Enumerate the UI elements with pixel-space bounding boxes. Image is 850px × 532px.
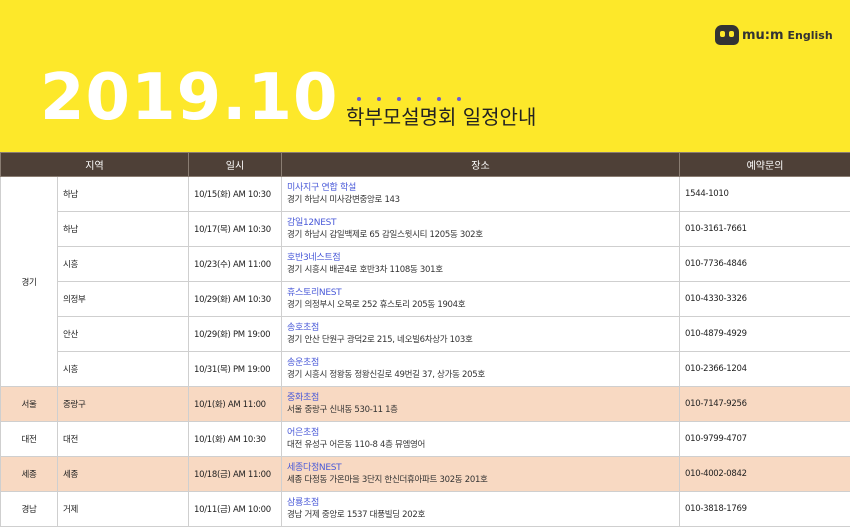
venue-cell: 삼룡초점 경남 거제 중앙로 1537 대풍빌딩 202호: [281, 491, 680, 527]
venue-cell: 휴스토리NEST 경기 의정부시 오목로 252 휴스토리 205동 1904호: [281, 281, 680, 317]
logo-text: mu:m English: [742, 27, 833, 43]
datetime-cell: 10/1(화) AM 10:30: [188, 421, 282, 457]
datetime-cell: 10/17(목) AM 10:30: [188, 211, 282, 247]
venue-name[interactable]: 중화초점: [287, 392, 674, 404]
table-row: 의정부 10/29(화) AM 10:30 휴스토리NEST 경기 의정부시 오목로 …: [1, 281, 850, 317]
phone-cell[interactable]: 010-4330-3326: [679, 281, 850, 317]
venue-cell: 송호초점 경기 안산 단원구 광덕2로 215, 네오빌6차상가 103호: [281, 316, 680, 352]
venue-name[interactable]: 어은초점: [287, 427, 674, 439]
datetime-cell: 10/31(목) PM 19:00: [188, 351, 282, 387]
venue-cell: 미사지구 연합 학설 경기 하남시 미사강변중앙로 143: [281, 176, 680, 212]
venue-address: 경기 의정부시 오목로 252 휴스토리 205동 1904호: [287, 300, 466, 310]
district-cell: 안산: [57, 316, 189, 352]
venue-name[interactable]: 삼룡초점: [287, 497, 674, 509]
table-row: 하남 10/17(목) AM 10:30 감일12NEST 경기 하남시 감일백제로 …: [1, 211, 850, 247]
district-cell: 중랑구: [57, 386, 189, 422]
venue-cell: 중화초점 서울 중랑구 신내동 530-11 1층: [281, 386, 680, 422]
column-header-venue: 장소: [281, 152, 680, 177]
venue-name[interactable]: 세종다정NEST: [287, 462, 674, 474]
schedule-table: 지역 일시 장소 예약문의 경기 하남 10/15(화) AM 10:30 미사지구 …: [0, 152, 850, 527]
region-cell: 세종: [0, 456, 58, 492]
phone-cell[interactable]: 010-9799-4707: [679, 421, 850, 457]
phone-cell[interactable]: 010-3161-7661: [679, 211, 850, 247]
region-cell: 서울: [0, 386, 58, 422]
table-row: 시흥 10/23(수) AM 11:00 호반3네스트점 경기 시흥시 배곧4로 호반…: [1, 246, 850, 282]
venue-cell: 세종다정NEST 세종 다정동 가온마을 3단지 한신더휴아파트 302동 201…: [281, 456, 680, 492]
event-month: 2019.10: [40, 61, 339, 135]
district-cell: 세종: [57, 456, 189, 492]
venue-address: 경기 하남시 감일백제로 65 감일스윗시티 1205동 302호: [287, 230, 483, 240]
venue-name[interactable]: 송호초점: [287, 322, 674, 334]
owl-logo-icon: [715, 25, 739, 45]
phone-cell[interactable]: 010-3818-1769: [679, 491, 850, 527]
column-header-datetime: 일시: [188, 152, 282, 177]
venue-cell: 감일12NEST 경기 하남시 감일백제로 65 감일스윗시티 1205동 302…: [281, 211, 680, 247]
venue-address: 경기 시흥시 정왕동 정왕신길로 49번길 37, 상가동 205호: [287, 370, 485, 380]
table-row: 세종 세종 10/18(금) AM 11:00 세종다정NEST 세종 다정동 가온마을…: [0, 456, 850, 492]
venue-address: 대전 유성구 어은동 110-8 4층 뮤엠영어: [287, 440, 426, 450]
header-banner: mu:m English 2019.10 학부모설명회 일정안내: [0, 0, 850, 152]
venue-name[interactable]: 휴스토리NEST: [287, 287, 674, 299]
table-row: 경기 하남 10/15(화) AM 10:30 미사지구 연합 학설 경기 하남시 미사…: [0, 176, 850, 387]
venue-address: 세종 다정동 가온마을 3단지 한신더휴아파트 302동 201호: [287, 475, 488, 485]
datetime-cell: 10/18(금) AM 11:00: [188, 456, 282, 492]
district-cell: 하남: [57, 211, 189, 247]
district-cell: 시흥: [57, 351, 189, 387]
table-row: 시흥 10/31(목) PM 19:00 송운초점 경기 시흥시 정왕동 정왕신길로 …: [1, 351, 850, 387]
venue-name[interactable]: 호반3네스트점: [287, 252, 674, 264]
district-cell: 의정부: [57, 281, 189, 317]
datetime-cell: 10/29(화) PM 19:00: [188, 316, 282, 352]
venue-cell: 어은초점 대전 유성구 어은동 110-8 4층 뮤엠영어: [281, 421, 680, 457]
venue-address: 경기 안산 단원구 광덕2로 215, 네오빌6차상가 103호: [287, 335, 473, 345]
phone-cell[interactable]: 010-7147-9256: [679, 386, 850, 422]
table-row: 경남 거제 10/11(금) AM 10:00 삼룡초점 경남 거제 중앙로 1537 …: [0, 491, 850, 527]
venue-name[interactable]: 송운초점: [287, 357, 674, 369]
district-cell: 시흥: [57, 246, 189, 282]
district-cell: 대전: [57, 421, 189, 457]
phone-cell[interactable]: 010-4879-4929: [679, 316, 850, 352]
datetime-cell: 10/11(금) AM 10:00: [188, 491, 282, 527]
column-header-contact: 예약문의: [679, 152, 850, 177]
venue-address: 서울 중랑구 신내동 530-11 1층: [287, 405, 398, 415]
brand-logo[interactable]: mu:m English: [715, 24, 833, 46]
venue-cell: 호반3네스트점 경기 시흥시 배곧4로 호반3차 1108동 301호: [281, 246, 680, 282]
phone-cell[interactable]: 010-7736-4846: [679, 246, 850, 282]
region-cell: 경남: [0, 491, 58, 527]
district-cell: 거제: [57, 491, 189, 527]
column-header-region: 지역: [0, 152, 189, 177]
venue-address: 경남 거제 중앙로 1537 대풍빌딩 202호: [287, 510, 426, 520]
venue-address: 경기 시흥시 배곧4로 호반3차 1108동 301호: [287, 265, 443, 275]
phone-cell[interactable]: 010-4002-0842: [679, 456, 850, 492]
venue-name[interactable]: 감일12NEST: [287, 217, 674, 229]
page-subtitle: 학부모설명회 일정안내: [346, 105, 537, 129]
phone-cell[interactable]: 010-2366-1204: [679, 351, 850, 387]
table-row: 서울 중랑구 10/1(화) AM 11:00 중화초점 서울 중랑구 신내동 530-…: [0, 386, 850, 422]
datetime-cell: 10/1(화) AM 11:00: [188, 386, 282, 422]
dot-decoration: [357, 97, 467, 103]
venue-address: 경기 하남시 미사강변중앙로 143: [287, 195, 400, 205]
datetime-cell: 10/15(화) AM 10:30: [188, 176, 282, 212]
district-cell: 하남: [57, 176, 189, 212]
region-cell: 경기: [0, 176, 58, 387]
venue-cell: 송운초점 경기 시흥시 정왕동 정왕신길로 49번길 37, 상가동 205호: [281, 351, 680, 387]
venue-name[interactable]: 미사지구 연합 학설: [287, 182, 674, 194]
region-cell: 대전: [0, 421, 58, 457]
datetime-cell: 10/29(화) AM 10:30: [188, 281, 282, 317]
table-row: 대전 대전 10/1(화) AM 10:30 어은초점 대전 유성구 어은동 110-8…: [0, 421, 850, 457]
phone-cell[interactable]: 1544-1010: [679, 176, 850, 212]
datetime-cell: 10/23(수) AM 11:00: [188, 246, 282, 282]
table-row: 안산 10/29(화) PM 19:00 송호초점 경기 안산 단원구 광덕2로 21…: [1, 316, 850, 352]
